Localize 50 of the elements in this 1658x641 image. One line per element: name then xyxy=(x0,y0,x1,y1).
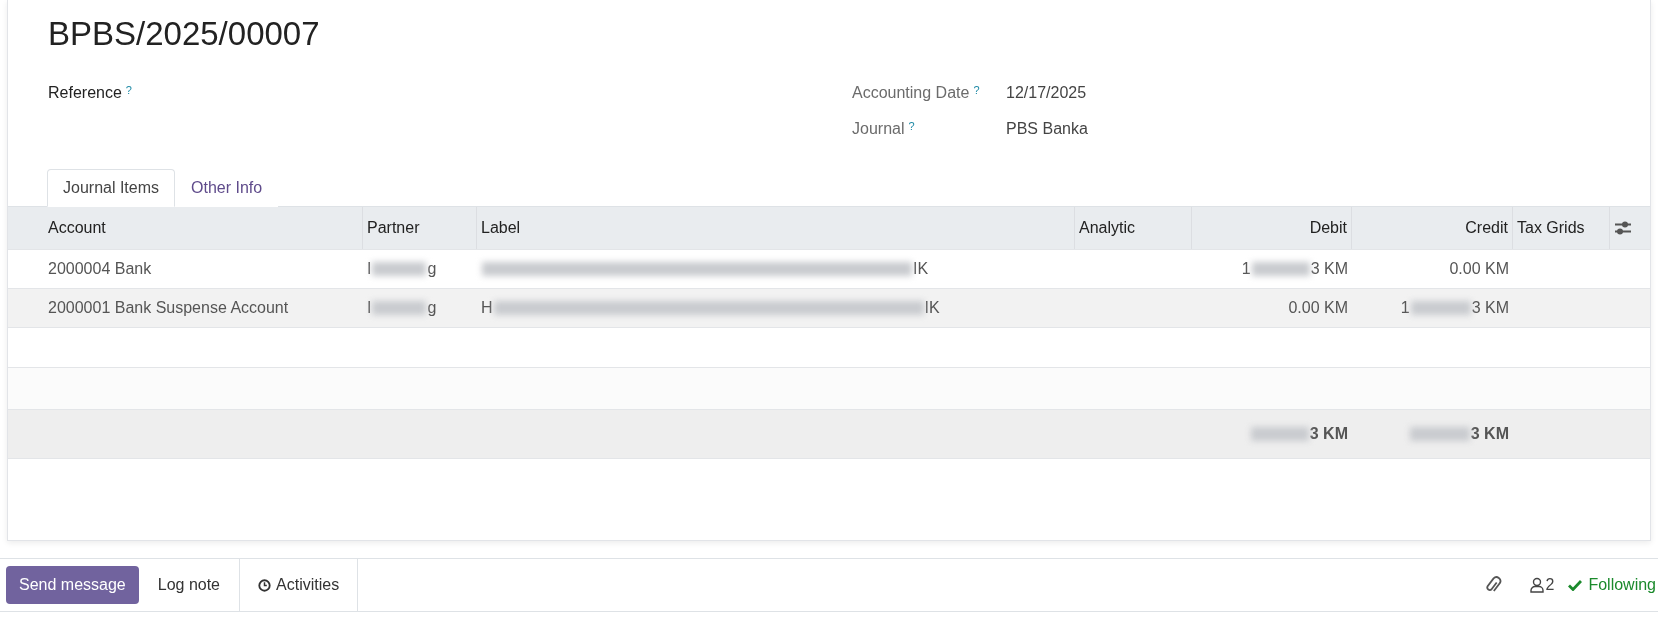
table-cell-text: 0.00 KM xyxy=(1288,299,1348,317)
table-cell-text: 3 KM xyxy=(1470,425,1509,443)
redaction-blur xyxy=(1250,427,1309,441)
column-header[interactable]: Credit xyxy=(1352,207,1513,249)
redaction-blur xyxy=(1409,427,1470,441)
chatter-button[interactable]: Activities xyxy=(239,559,359,611)
redaction-blur xyxy=(372,262,427,276)
check-icon xyxy=(1568,579,1583,591)
column-header[interactable]: Tax Grids xyxy=(1513,207,1610,249)
table-cell-text: I xyxy=(367,260,372,278)
table-cell-text: 3 KM xyxy=(1471,299,1509,317)
chatter-button[interactable]: Send message xyxy=(6,566,139,604)
table-cell-text: 2000001 Bank Suspense Account xyxy=(48,299,289,317)
record-title: BPBS/2025/00007 xyxy=(47,14,321,54)
clock-icon xyxy=(258,578,271,592)
table-row[interactable]: 2000004 Bank I g IK 1 3 KM 0.00 KM xyxy=(8,250,1650,289)
help-mark[interactable]: ? xyxy=(973,84,980,102)
table-cell-text: 1 xyxy=(1241,260,1251,278)
person-icon xyxy=(1529,577,1544,593)
column-header[interactable]: Account xyxy=(8,207,363,249)
settings-icon[interactable] xyxy=(1614,220,1632,236)
table-cell-text: g xyxy=(427,299,437,317)
table-cell-text: H xyxy=(481,299,493,317)
help-mark[interactable]: ? xyxy=(125,84,132,96)
table-cell-text: 1 xyxy=(1400,299,1410,317)
help-mark[interactable]: ? xyxy=(908,120,915,138)
table-cell-text: g xyxy=(427,260,437,278)
table-cell-text: 3 KM xyxy=(1309,425,1348,443)
table-cell-text: IK xyxy=(913,260,929,278)
tab[interactable]: Journal Items xyxy=(47,169,176,207)
column-header[interactable]: Analytic xyxy=(1075,207,1192,249)
table-cell-text: IK xyxy=(924,299,940,317)
following-button[interactable]: Following xyxy=(1568,576,1658,594)
followers-button[interactable]: 2 xyxy=(1529,576,1555,594)
table-cell-text: 2000004 Bank xyxy=(48,260,152,278)
column-header[interactable]: Debit xyxy=(1192,207,1352,249)
field-label: Reference xyxy=(48,84,122,102)
field-value: PBS Banka xyxy=(1006,120,1088,138)
column-header[interactable]: Partner xyxy=(363,207,477,249)
table-cell-text: I xyxy=(367,299,372,317)
table-cell-text: 0.00 KM xyxy=(1449,260,1509,278)
table-cell-text: 3 KM xyxy=(1310,260,1348,278)
redaction-blur xyxy=(372,301,427,315)
redaction-blur xyxy=(1251,262,1310,276)
column-header[interactable]: Label xyxy=(477,207,1075,249)
field-value: 12/17/2025 xyxy=(1006,84,1087,102)
field-label: Journal xyxy=(852,120,905,138)
table-row[interactable]: 2000001 Bank Suspense Account I g H IK 0.00 KM 1 3 KM xyxy=(8,289,1650,328)
field-label: Accounting Date xyxy=(852,84,970,102)
redaction-blur xyxy=(1410,301,1471,315)
